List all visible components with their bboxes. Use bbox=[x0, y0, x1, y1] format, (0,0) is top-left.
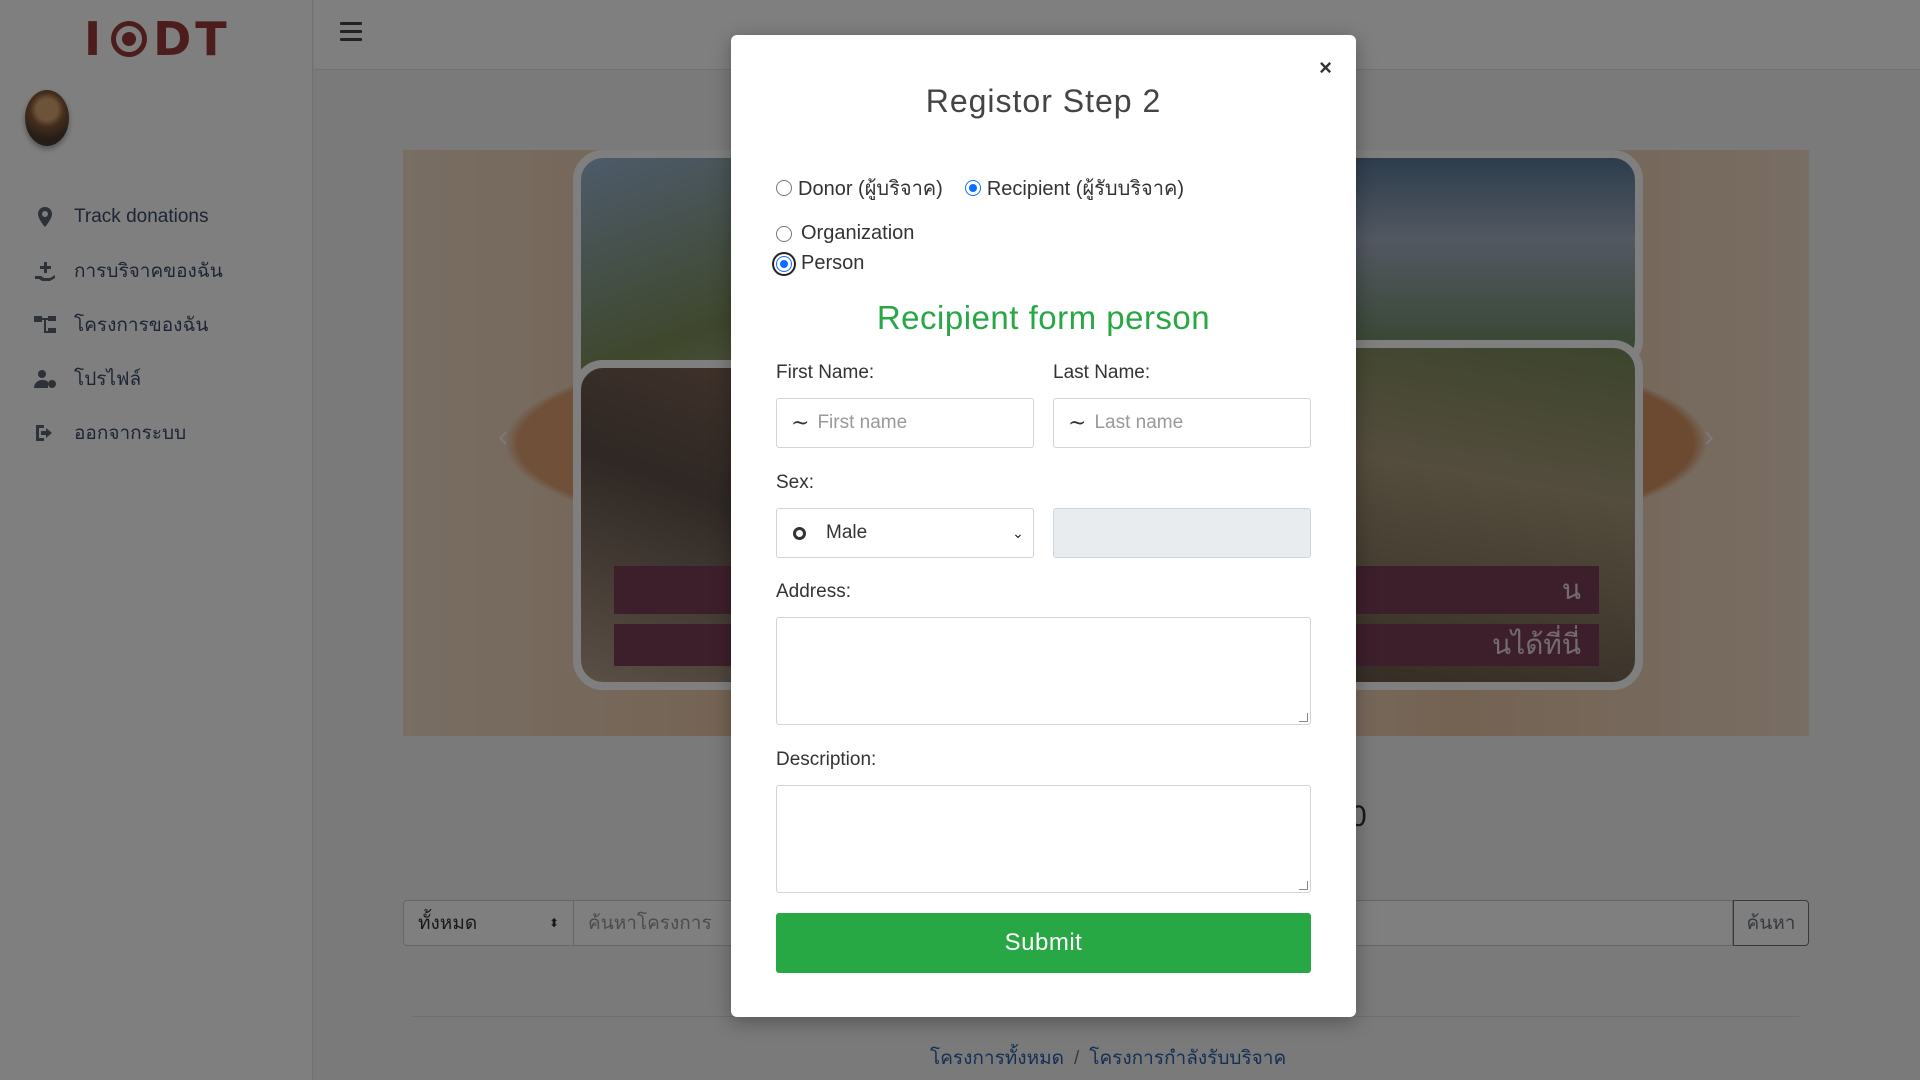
sex-select[interactable]: Male ⌄ bbox=[776, 508, 1034, 558]
recipient-radio[interactable] bbox=[964, 180, 981, 196]
sex-select-value: Male bbox=[826, 522, 868, 543]
person-radio[interactable] bbox=[776, 255, 792, 272]
type-person-row: Person bbox=[776, 252, 864, 275]
signature-icon: ~ bbox=[1068, 410, 1087, 436]
donor-radio[interactable] bbox=[776, 180, 792, 196]
first-name-placeholder: First name bbox=[817, 412, 908, 433]
first-name-label: First Name: bbox=[776, 362, 875, 383]
first-name-input[interactable]: ~ First name bbox=[776, 398, 1034, 448]
organization-radio-label[interactable]: Organization bbox=[801, 222, 914, 245]
close-icon[interactable]: × bbox=[1319, 55, 1332, 81]
disabled-input bbox=[1053, 508, 1311, 558]
organization-radio[interactable] bbox=[776, 225, 792, 242]
gender-ring-icon bbox=[793, 526, 806, 540]
recipient-radio-label[interactable]: Recipient (ผู้รับบริจาค) bbox=[987, 172, 1184, 204]
last-name-placeholder: Last name bbox=[1094, 412, 1184, 433]
register-step2-modal: × Registor Step 2 Donor (ผู้บริจาค) Reci… bbox=[731, 35, 1356, 1017]
signature-icon: ~ bbox=[791, 410, 810, 436]
donor-radio-label[interactable]: Donor (ผู้บริจาค) bbox=[798, 172, 943, 204]
submit-button[interactable]: Submit bbox=[776, 913, 1311, 973]
form-subtitle: Recipient form person bbox=[876, 299, 1211, 336]
address-label: Address: bbox=[776, 581, 851, 602]
address-textarea[interactable] bbox=[776, 617, 1311, 725]
sex-label: Sex: bbox=[776, 472, 815, 493]
modal-title: Registor Step 2 bbox=[925, 83, 1162, 119]
role-radio-group: Donor (ผู้บริจาค) Recipient (ผู้รับบริจา… bbox=[776, 172, 1184, 204]
last-name-label: Last Name: bbox=[1053, 362, 1151, 383]
description-label: Description: bbox=[776, 749, 877, 770]
last-name-input[interactable]: ~ Last name bbox=[1053, 398, 1311, 448]
type-organization-row: Organization bbox=[776, 222, 914, 245]
person-radio-label[interactable]: Person bbox=[801, 252, 864, 275]
chevron-down-icon: ⌄ bbox=[1012, 524, 1024, 541]
description-textarea[interactable] bbox=[776, 785, 1311, 893]
